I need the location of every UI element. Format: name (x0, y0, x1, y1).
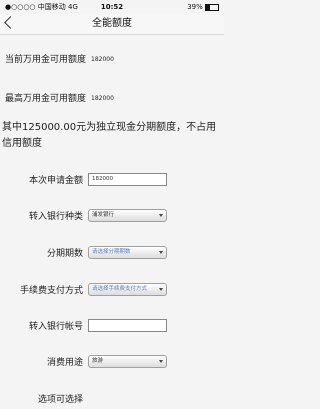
bank-type-label: 转入银行种类 (28, 212, 83, 222)
period-select[interactable]: 请选择分期期数 (88, 246, 167, 259)
bank-type-row: 转入银行种类 浦发银行 (0, 208, 224, 226)
amount-row: 本次申请金额 182000 (0, 172, 224, 190)
bank-type-select[interactable]: 浦发银行 (88, 209, 167, 222)
current-limit-line: 当前万用金可用额度 182000 (5, 52, 114, 65)
battery-indicator: 39% (187, 0, 219, 14)
navigation-bar: 全能额度 (0, 14, 224, 35)
account-input[interactable] (88, 319, 167, 332)
max-limit-label: 最高万用金可用额度 (5, 94, 87, 104)
purpose-row: 消费用途 旅游 (0, 354, 224, 372)
account-row: 转入银行帐号 (0, 318, 224, 336)
period-value: 请选择分期期数 (92, 249, 131, 255)
purpose-label: 消费用途 (46, 358, 83, 368)
purpose-select[interactable]: 旅游 (88, 355, 167, 368)
partial-row: 选项可选择 (0, 391, 224, 409)
partial-label: 选项可选择 (37, 395, 83, 405)
limit-note: 其中125000.00元为独立现金分期额度，不占用信用额度 (2, 122, 217, 149)
current-limit-value: 182000 (91, 56, 114, 63)
current-limit-label: 当前万用金可用额度 (5, 55, 87, 65)
period-row: 分期期数 请选择分期期数 (0, 245, 224, 263)
dropdown-caret-icon (159, 360, 163, 363)
max-limit-line: 最高万用金可用额度 182000 (5, 91, 114, 104)
fee-method-row: 手续费支付方式 请选择手续费支付方式 (0, 282, 224, 300)
battery-percent: 39% (187, 3, 203, 11)
fee-method-select[interactable]: 请选择手续费支付方式 (88, 283, 167, 296)
account-label: 转入银行帐号 (28, 322, 83, 332)
fee-method-label: 手续费支付方式 (19, 286, 83, 296)
dropdown-caret-icon (159, 288, 163, 291)
purpose-value: 旅游 (92, 358, 104, 364)
battery-icon (205, 3, 219, 11)
page-title: 全能额度 (92, 18, 132, 29)
period-label: 分期期数 (46, 249, 83, 259)
dropdown-caret-icon (159, 251, 163, 254)
bank-type-value: 浦发银行 (92, 212, 115, 218)
fee-method-value: 请选择手续费支付方式 (92, 286, 148, 292)
amount-label: 本次申请金额 (28, 176, 83, 186)
status-bar: ●○○○○ 中国移动 4G 10:52 39% (0, 0, 224, 14)
amount-input[interactable]: 182000 (88, 173, 167, 186)
max-limit-value: 182000 (91, 95, 114, 102)
dropdown-caret-icon (159, 214, 163, 217)
